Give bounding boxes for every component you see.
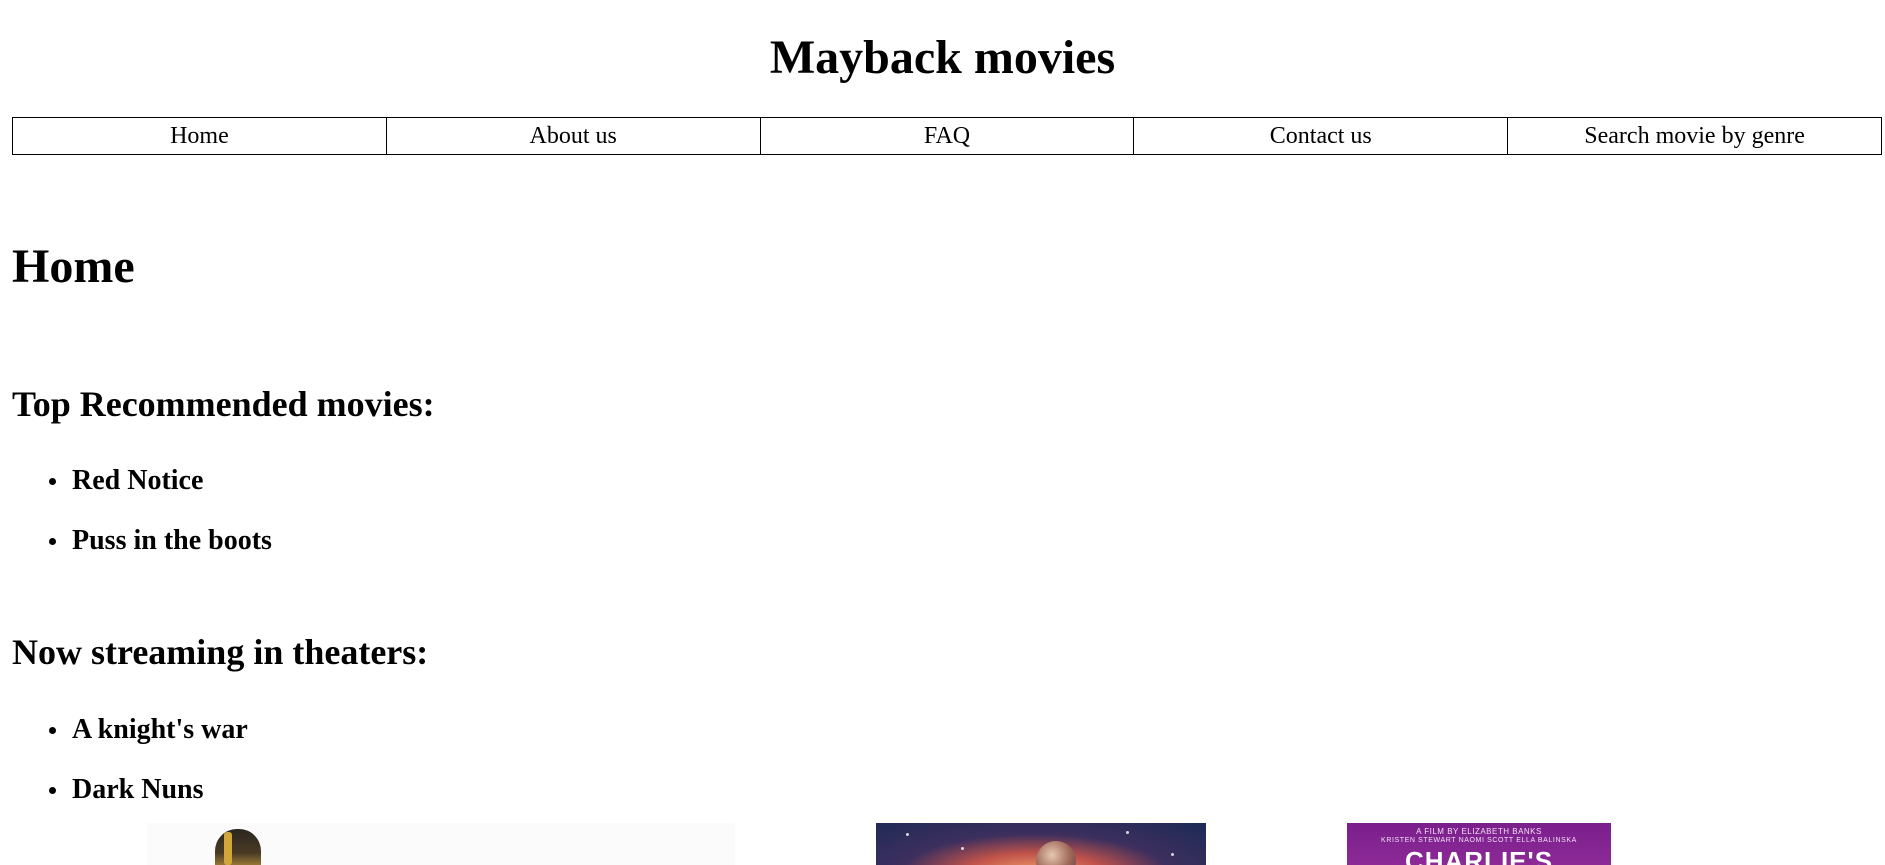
site-title: Mayback movies <box>769 31 1116 84</box>
nav-home[interactable]: Home <box>12 117 387 155</box>
hat-graphic <box>215 829 261 865</box>
poster-title: CHARLIE'S <box>1404 846 1554 865</box>
hat-band-graphic <box>224 832 232 865</box>
nav-search-by-genre[interactable]: Search movie by genre <box>1507 117 1882 155</box>
movie-poster-1 <box>147 823 735 865</box>
top-recommended-heading: Top Recommended movies: <box>12 384 435 424</box>
nav-faq[interactable]: FAQ <box>759 117 1135 155</box>
star-icon <box>906 833 909 836</box>
bullet-icon <box>49 786 56 794</box>
bullet-icon <box>49 477 56 485</box>
page-heading: Home <box>12 240 135 293</box>
planet-graphic <box>1036 841 1076 865</box>
movie-title: Puss in the boots <box>72 525 272 556</box>
main-nav: Home About us FAQ Contact us Search movi… <box>12 117 1882 155</box>
poster-credit-line: A FILM BY ELIZABETH BANKS <box>1416 827 1542 836</box>
nav-contact-us[interactable]: Contact us <box>1133 117 1509 155</box>
star-icon <box>1126 831 1129 834</box>
movie-title: Red Notice <box>72 465 204 496</box>
nav-about-us[interactable]: About us <box>385 117 761 155</box>
movie-title: Dark Nuns <box>72 774 204 805</box>
movie-title: A knight's war <box>72 714 248 745</box>
bullet-icon <box>49 537 56 545</box>
movie-poster-3: A FILM BY ELIZABETH BANKS KRISTEN STEWAR… <box>1347 823 1611 865</box>
star-icon <box>961 847 964 850</box>
now-streaming-heading: Now streaming in theaters: <box>12 632 429 672</box>
poster-cast-line: KRISTEN STEWART NAOMI SCOTT ELLA BALINSK… <box>1381 837 1577 844</box>
star-icon <box>1171 853 1174 856</box>
movie-poster-2 <box>876 823 1206 865</box>
bullet-icon <box>49 726 56 734</box>
